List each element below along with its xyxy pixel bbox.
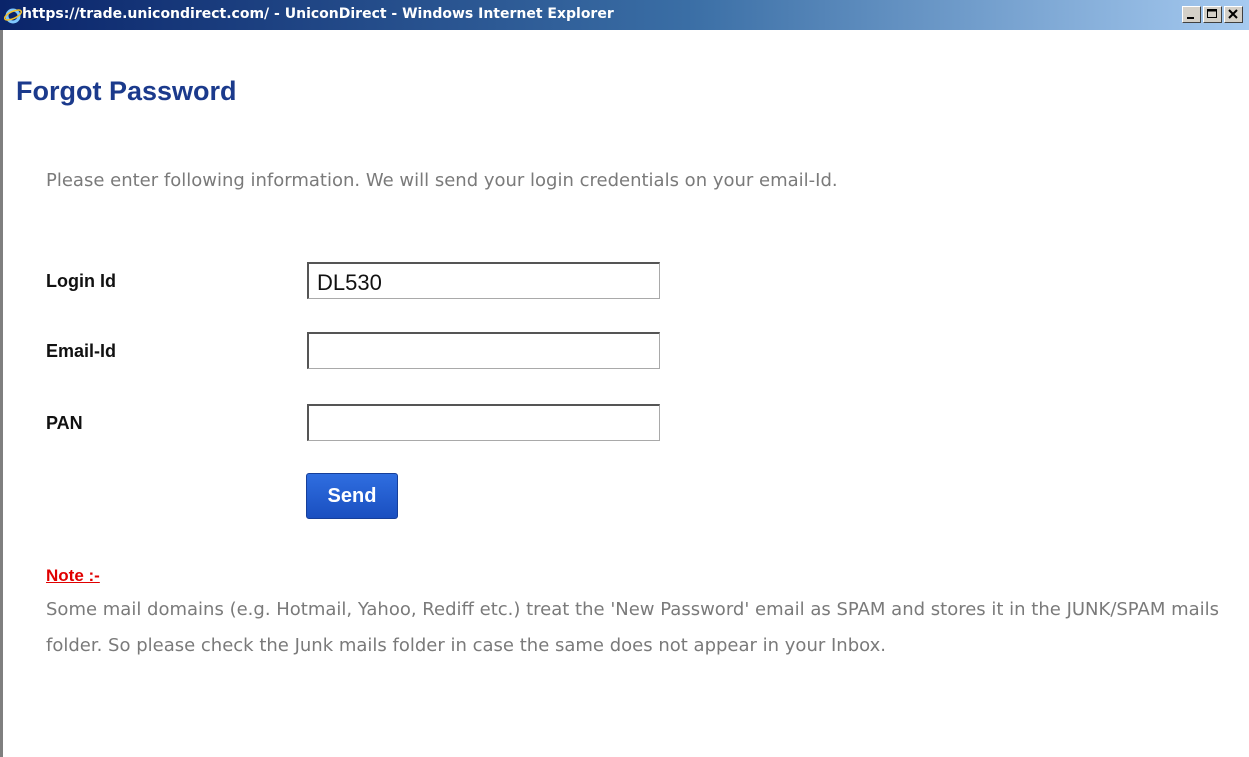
- pan-label: PAN: [46, 413, 83, 433]
- window-controls: [1182, 6, 1243, 23]
- window-titlebar[interactable]: https://trade.unicondirect.com/ - Unicon…: [0, 0, 1249, 30]
- window-frame-edge: [0, 30, 3, 757]
- window-title: https://trade.unicondirect.com/ - Unicon…: [22, 6, 614, 22]
- note-text: Some mail domains (e.g. Hotmail, Yahoo, …: [46, 599, 1220, 656]
- note-label: Note :-: [46, 566, 100, 585]
- email-id-input[interactable]: [307, 332, 660, 369]
- pan-input[interactable]: [307, 404, 660, 441]
- login-id-label: Login Id: [46, 271, 116, 291]
- login-id-input[interactable]: [307, 262, 660, 299]
- internet-explorer-icon: [4, 8, 22, 24]
- intro-text: Please enter following information. We w…: [46, 170, 838, 191]
- send-button[interactable]: Send: [306, 473, 398, 519]
- email-id-label: Email-Id: [46, 341, 117, 361]
- close-icon[interactable]: [1224, 6, 1243, 23]
- maximize-icon[interactable]: [1203, 6, 1222, 23]
- page-title: Forgot Password: [16, 76, 237, 106]
- minimize-icon[interactable]: [1182, 6, 1201, 23]
